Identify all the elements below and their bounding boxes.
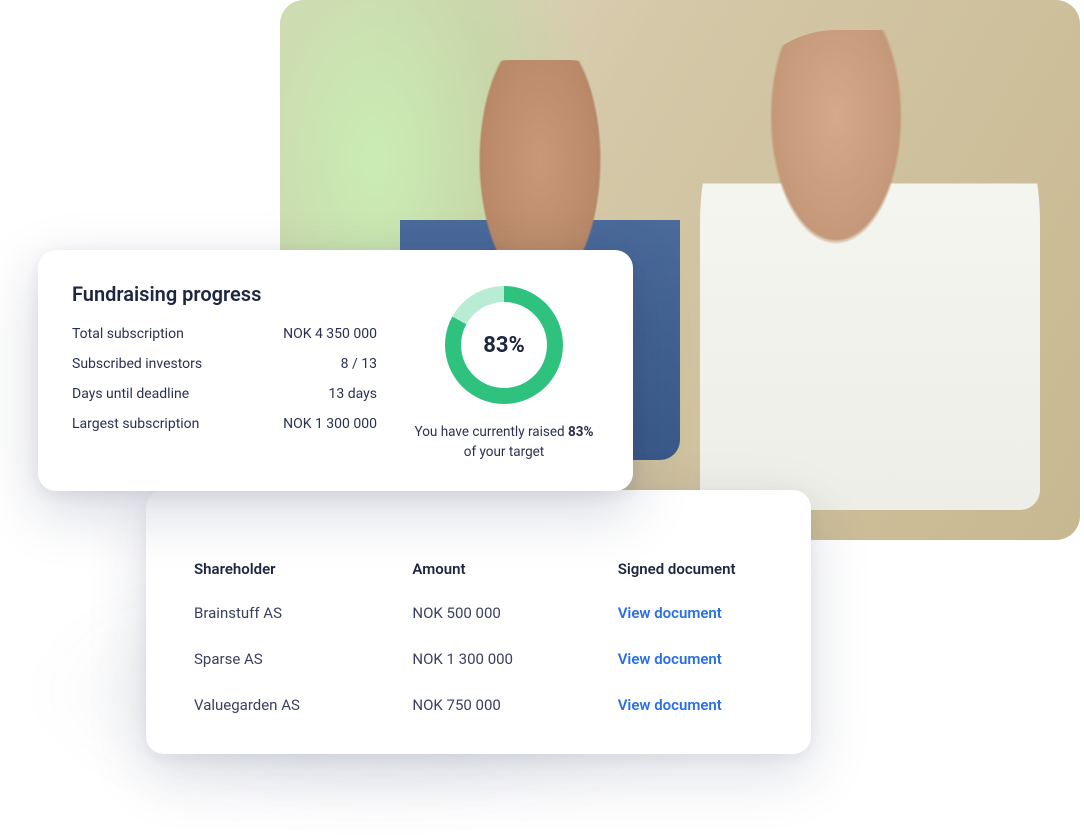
progress-title: Fundraising progress (72, 282, 377, 306)
stat-label: Total subscription (72, 326, 184, 342)
stat-label: Days until deadline (72, 386, 189, 402)
stat-total-subscription: Total subscription NOK 4 350 000 (72, 326, 377, 342)
fundraising-progress-card: Fundraising progress Total subscription … (38, 250, 633, 491)
stat-subscribed-investors: Subscribed investors 8 / 13 (72, 356, 377, 372)
stat-value: NOK 4 350 000 (283, 326, 377, 342)
cell-amount: NOK 750 000 (412, 696, 577, 714)
stat-value: NOK 1 300 000 (283, 416, 377, 432)
cell-shareholder: Brainstuff AS (194, 604, 392, 622)
table-row: Valuegarden AS NOK 750 000 View document (194, 696, 763, 714)
donut-hole: 83% (461, 302, 547, 388)
cell-shareholder: Sparse AS (194, 650, 392, 668)
view-document-link[interactable]: View document (598, 650, 763, 668)
table-header-row: Shareholder Amount Signed document (194, 560, 763, 578)
stat-largest-subscription: Largest subscription NOK 1 300 000 (72, 416, 377, 432)
stat-days-until-deadline: Days until deadline 13 days (72, 386, 377, 402)
caption-suffix: of your target (464, 444, 544, 460)
progress-stats-column: Fundraising progress Total subscription … (72, 282, 377, 463)
col-header-shareholder: Shareholder (194, 560, 392, 578)
cell-amount: NOK 500 000 (412, 604, 577, 622)
stat-value: 13 days (329, 386, 377, 402)
progress-donut-chart: 83% (445, 286, 563, 404)
caption-bold: 83% (568, 424, 593, 440)
progress-caption: You have currently raised 83% of your ta… (409, 422, 599, 463)
view-document-link[interactable]: View document (598, 696, 763, 714)
table-row: Brainstuff AS NOK 500 000 View document (194, 604, 763, 622)
col-header-signed-document: Signed document (598, 560, 763, 578)
col-header-amount: Amount (412, 560, 577, 578)
cell-shareholder: Valuegarden AS (194, 696, 392, 714)
table-row: Sparse AS NOK 1 300 000 View document (194, 650, 763, 668)
stat-label: Subscribed investors (72, 356, 202, 372)
donut-percent-label: 83% (483, 333, 525, 358)
progress-donut-column: 83% You have currently raised 83% of you… (409, 282, 599, 463)
shareholder-table-card: Shareholder Amount Signed document Brain… (146, 490, 811, 754)
cell-amount: NOK 1 300 000 (412, 650, 577, 668)
hero-person-right (700, 30, 1040, 510)
stat-value: 8 / 13 (341, 356, 377, 372)
stat-label: Largest subscription (72, 416, 199, 432)
view-document-link[interactable]: View document (598, 604, 763, 622)
caption-prefix: You have currently raised (415, 424, 568, 440)
